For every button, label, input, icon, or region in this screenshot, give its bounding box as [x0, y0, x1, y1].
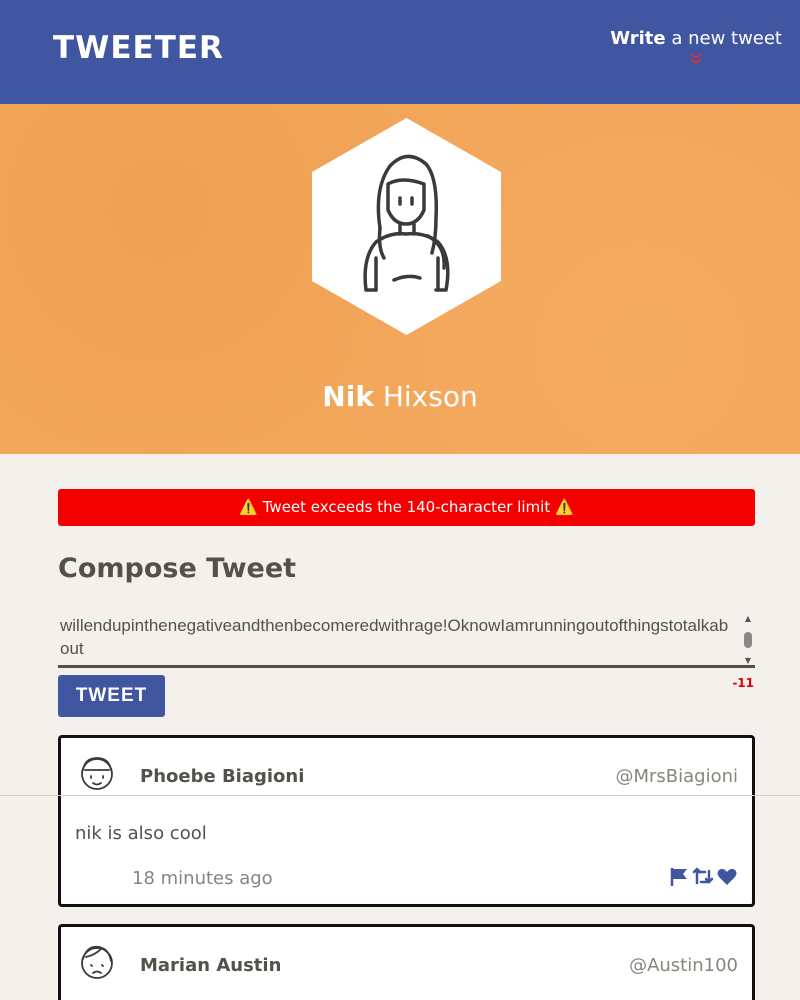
tweet-content: nik is also cool [75, 823, 207, 844]
retweet-icon[interactable] [692, 866, 714, 888]
tweet-author-handle: @MrsBiagioni [615, 766, 738, 787]
scroll-up-icon[interactable]: ▲ [743, 614, 753, 624]
profile-header: Nik Hixson [0, 104, 800, 454]
error-banner: ⚠️ Tweet exceeds the 140-character limit… [58, 489, 755, 526]
divider [0, 795, 800, 796]
tweet-author-name: Marian Austin [140, 955, 282, 976]
girl-avatar-icon [312, 118, 501, 335]
tweet-timestamp: 18 minutes ago [132, 868, 273, 889]
write-new-tweet-link[interactable]: Write a new tweet [610, 28, 782, 67]
write-rest: a new tweet [665, 28, 782, 49]
user-avatar-icon [81, 945, 113, 979]
tweet-author-handle: @Austin100 [629, 955, 738, 976]
tweet-actions [668, 866, 738, 888]
profile-last-name: Hixson [382, 380, 478, 413]
tweet-button[interactable]: TWEET [58, 675, 165, 717]
scroll-down-icon[interactable]: ▼ [743, 656, 753, 666]
textarea-scrollbar[interactable]: ▲ ▼ [741, 614, 755, 666]
profile-first-name: Nik [322, 380, 374, 413]
write-bold: Write [610, 28, 666, 49]
tweet-author-name: Phoebe Biagioni [140, 766, 305, 787]
tweet-card: Marian Austin @Austin100 [58, 924, 755, 1000]
flag-icon[interactable] [668, 866, 690, 888]
character-counter: -11 [732, 676, 754, 690]
compose-title: Compose Tweet [58, 553, 297, 584]
tweet-card: Phoebe Biagioni @MrsBiagioni nik is also… [58, 735, 755, 907]
profile-name: Nik Hixson [0, 380, 800, 413]
double-chevron-down-icon[interactable] [610, 52, 782, 67]
user-avatar-icon [81, 757, 113, 790]
compose-textarea-value[interactable]: willendupinthenegativeandthenbecomeredwi… [60, 614, 732, 660]
heart-icon[interactable] [716, 866, 738, 888]
logo[interactable]: TWEETER [53, 30, 224, 66]
scroll-thumb[interactable] [744, 632, 752, 648]
top-nav: TWEETER Write a new tweet [0, 0, 800, 104]
compose-textarea[interactable]: willendupinthenegativeandthenbecomeredwi… [58, 614, 755, 668]
